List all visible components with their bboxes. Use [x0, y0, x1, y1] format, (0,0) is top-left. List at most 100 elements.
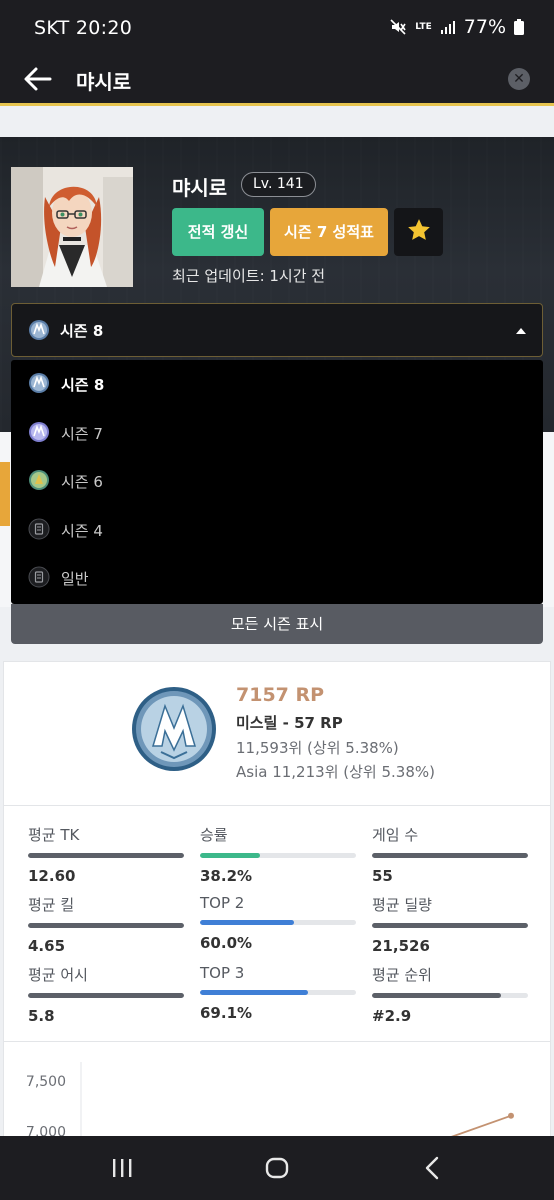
rank-points: 7157 RP	[236, 684, 325, 706]
stat-bar	[200, 990, 356, 995]
top-spacer	[0, 109, 554, 137]
screen: SKT 20:20 LTE 77% 먀시로 ✕ 먀시로 Lv. 141 전적 갱…	[0, 0, 554, 1200]
normal-mode-icon	[28, 566, 50, 592]
season-7-emblem-icon	[28, 421, 50, 447]
global-rank: 11,593위 (상위 5.38%)	[236, 739, 399, 757]
system-nav-bar	[0, 1136, 554, 1200]
rp-chart: 7,500 7,000	[3, 1042, 551, 1142]
stat-bar	[28, 923, 184, 928]
stat-value: 60.0%	[200, 934, 253, 952]
stat-bar	[372, 853, 528, 858]
stat-label: 평균 TK	[28, 826, 80, 844]
stat-label: 평균 순위	[372, 966, 432, 984]
status-time: SKT 20:20	[34, 17, 133, 39]
battery-percent: 77%	[463, 16, 506, 38]
season-report-button[interactable]: 시즌 7 성적표	[270, 208, 388, 256]
status-indicators: LTE 77%	[389, 16, 524, 38]
stat-value: 5.8	[28, 1007, 55, 1025]
status-bar: SKT 20:20 LTE 77%	[0, 0, 554, 56]
rank-card: 7157 RP 미스릴 - 57 RP 11,593위 (상위 5.38%) A…	[3, 661, 551, 806]
stat-value: 12.60	[28, 867, 76, 885]
refresh-stats-button[interactable]: 전적 갱신	[172, 208, 264, 256]
chart-point	[508, 1112, 514, 1119]
caret-up-icon	[516, 328, 526, 334]
stat-label: 평균 딜량	[372, 896, 432, 914]
show-all-seasons-button[interactable]: 모든 시즌 표시	[11, 604, 543, 644]
dropdown-item-season-6[interactable]: 시즌 6	[11, 457, 543, 505]
season-6-emblem-icon	[28, 469, 50, 495]
region-rank: Asia 11,213위 (상위 5.38%)	[236, 763, 435, 781]
stat-bar	[372, 993, 528, 998]
stat-bar	[200, 853, 356, 858]
dropdown-item-label: 시즌 8	[61, 376, 105, 394]
stat-bar	[28, 853, 184, 858]
dropdown-item-season-4[interactable]: 시즌 4	[11, 506, 543, 554]
recent-apps-icon[interactable]	[102, 1154, 142, 1182]
stat-top2: TOP 2 60.0%	[200, 894, 356, 952]
stat-win-rate: 승률 38.2%	[200, 824, 356, 885]
level-badge: Lv. 141	[241, 172, 316, 197]
mithril-emblem-icon	[131, 686, 217, 776]
app-bar: 먀시로 ✕	[0, 56, 554, 106]
home-icon[interactable]	[257, 1154, 297, 1182]
back-nav-icon[interactable]	[412, 1154, 452, 1182]
season-select-value: 시즌 8	[60, 322, 104, 340]
dropdown-item-normal[interactable]: 일반	[11, 554, 543, 602]
stats-card: 평균 TK 12.60 승률 38.2% 게임 수 55 평균 킬 4.65 T…	[3, 806, 551, 1042]
stat-bar-fill	[200, 853, 260, 858]
stat-label: TOP 2	[200, 894, 245, 912]
stat-value: 4.65	[28, 937, 66, 955]
stat-value: 69.1%	[200, 1004, 253, 1022]
signal-icon	[440, 19, 456, 35]
season-8-emblem-icon	[28, 372, 50, 398]
favorite-button[interactable]	[394, 208, 443, 256]
stat-bar	[200, 920, 356, 925]
season-4-icon	[28, 518, 50, 544]
rp-chart-svg: 7,5007,000	[26, 1062, 514, 1141]
stat-bar-fill	[28, 993, 184, 998]
stat-value: 55	[372, 867, 393, 885]
season-8-emblem-icon	[28, 319, 50, 345]
stat-bar-fill	[28, 923, 184, 928]
star-icon	[406, 217, 432, 247]
stat-value: 38.2%	[200, 867, 253, 885]
stat-avg-tk: 평균 TK 12.60	[28, 824, 184, 885]
stat-bar-fill	[372, 923, 528, 928]
season-select[interactable]: 시즌 8	[11, 303, 543, 357]
stat-label: 평균 킬	[28, 896, 75, 914]
stat-avg-assists: 평균 어시 5.8	[28, 964, 184, 1025]
stat-bar	[28, 993, 184, 998]
player-name: 먀시로	[172, 176, 228, 200]
stat-bar-fill	[372, 853, 528, 858]
chart-y-tick-label: 7,500	[26, 1074, 66, 1090]
stat-label: 승률	[200, 826, 228, 844]
dropdown-item-season-8[interactable]: 시즌 8	[11, 360, 543, 408]
dropdown-item-label: 시즌 7	[61, 425, 103, 443]
stat-bar	[372, 923, 528, 928]
stat-avg-damage: 평균 딜량 21,526	[372, 894, 528, 955]
search-query-text[interactable]: 먀시로	[76, 66, 131, 95]
stat-bar-fill	[372, 993, 502, 998]
dropdown-item-season-7[interactable]: 시즌 7	[11, 409, 543, 457]
back-arrow-icon[interactable]	[22, 65, 54, 93]
stat-avg-kills: 평균 킬 4.65	[28, 894, 184, 955]
avatar	[11, 167, 133, 287]
battery-icon	[514, 19, 524, 35]
stat-games: 게임 수 55	[372, 824, 528, 885]
dropdown-item-label: 시즌 4	[61, 522, 103, 540]
stat-value: #2.9	[372, 1007, 412, 1025]
clear-icon[interactable]: ✕	[508, 68, 530, 90]
stat-bar-fill	[200, 920, 294, 925]
dropdown-item-label: 시즌 6	[61, 473, 103, 491]
stat-bar-fill	[28, 853, 184, 858]
stat-avg-placement: 평균 순위 #2.9	[372, 964, 528, 1025]
stat-value: 21,526	[372, 937, 430, 955]
last-updated-text: 최근 업데이트: 1시간 전	[172, 267, 326, 285]
network-label: LTE	[415, 21, 432, 32]
stat-label: 평균 어시	[28, 966, 88, 984]
stat-label: TOP 3	[200, 964, 245, 982]
dropdown-item-label: 일반	[61, 570, 89, 588]
stat-label: 게임 수	[372, 826, 419, 844]
stat-bar-fill	[200, 990, 308, 995]
mute-icon	[389, 18, 407, 36]
